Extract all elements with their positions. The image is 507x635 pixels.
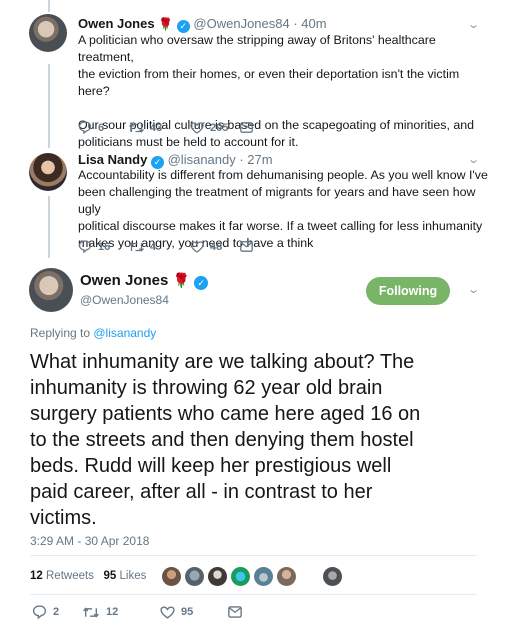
reply-icon xyxy=(78,121,92,134)
liker-avatar[interactable] xyxy=(185,567,204,586)
dm-button[interactable] xyxy=(240,241,253,252)
tweet-text-line: to the streets and then denying them hos… xyxy=(30,429,414,451)
envelope-icon xyxy=(240,122,253,133)
reply-count: 2 xyxy=(53,606,60,618)
tweet-text-line: the eviction from their homes, or even t… xyxy=(78,67,460,98)
like-button[interactable]: 48 xyxy=(190,241,240,253)
liker-avatar[interactable] xyxy=(323,567,342,586)
replying-to: Replying to @lisanandy xyxy=(30,326,156,340)
retweet-button[interactable]: 4 xyxy=(128,241,190,253)
retweet-count: 43 xyxy=(150,121,163,134)
chevron-down-icon[interactable]: ⌄ xyxy=(467,283,480,296)
tweet-timestamp[interactable]: 3:29 AM - 30 Apr 2018 xyxy=(30,534,149,548)
tweet-text-line: politicians must be held to account for … xyxy=(78,135,299,149)
replying-handle-link[interactable]: @lisanandy xyxy=(93,326,156,340)
likes-stat[interactable]: 95 Likes xyxy=(104,570,147,582)
reply-icon xyxy=(32,605,47,619)
tweet-text-line: What inhumanity are we talking about? Th… xyxy=(30,351,415,373)
thread-line xyxy=(48,0,50,12)
retweet-count: 4 xyxy=(150,240,157,253)
tweet-text-line: Accountability is different from dehuman… xyxy=(78,168,488,182)
retweet-button[interactable]: 12 xyxy=(82,606,160,619)
author-name[interactable]: Lisa Nandy xyxy=(78,152,147,167)
liker-avatar[interactable] xyxy=(254,567,273,586)
tweet-actions: 16 4 48 xyxy=(78,240,253,253)
rose-icon: 🌹 xyxy=(172,272,190,288)
retweet-button[interactable]: 43 xyxy=(128,122,190,134)
avatar[interactable] xyxy=(29,268,73,312)
retweets-stat-count: 12 xyxy=(30,570,43,582)
tweet-text-line: victims. xyxy=(30,507,97,529)
avatar[interactable] xyxy=(29,14,67,52)
thread-line xyxy=(48,196,50,258)
heart-icon xyxy=(190,121,204,134)
retweets-stat-label: Retweets xyxy=(46,570,94,582)
divider xyxy=(30,555,477,556)
replying-prefix: Replying to xyxy=(30,326,94,340)
tweet-text-line: beds. Rudd will keep her prestigious wel… xyxy=(30,455,392,477)
envelope-icon xyxy=(240,241,253,252)
chevron-down-icon[interactable]: ⌄ xyxy=(467,153,480,166)
chevron-down-icon[interactable]: ⌄ xyxy=(467,18,480,31)
like-button[interactable]: 95 xyxy=(160,605,228,619)
dm-button[interactable] xyxy=(228,606,242,618)
tweet-text-line: surgery patients who came here aged 16 o… xyxy=(30,403,421,425)
main-author-name: Owen Jones 🌹 ✓ xyxy=(80,272,209,290)
author-handle-time[interactable]: @lisanandy · 27m xyxy=(168,152,273,167)
liker-avatar[interactable] xyxy=(231,567,250,586)
heart-icon xyxy=(190,240,204,253)
retweets-stat[interactable]: 12 Retweets xyxy=(30,570,97,582)
like-count: 205 xyxy=(210,121,229,134)
liker-avatar[interactable] xyxy=(277,567,296,586)
engagement-stats: 12 Retweets 95 Likes xyxy=(30,570,146,582)
retweet-icon xyxy=(82,606,100,619)
following-button[interactable]: Following xyxy=(366,277,450,305)
main-tweet-actions: 2 12 95 xyxy=(32,605,242,619)
reply-icon xyxy=(78,240,92,253)
tweet-text-line: A politician who oversaw the stripping a… xyxy=(78,33,436,64)
like-count: 95 xyxy=(181,606,194,618)
verified-icon: ✓ xyxy=(194,276,209,290)
tweet-text-line: political discourse makes it far worse. … xyxy=(78,219,483,233)
likes-stat-count: 95 xyxy=(103,570,117,582)
tweet-header: Owen Jones 🌹 ✓ @OwenJones84 · 40m xyxy=(78,16,327,33)
reply-count: 6 xyxy=(98,121,105,134)
like-count: 48 xyxy=(210,240,223,253)
reply-button[interactable]: 2 xyxy=(32,605,82,619)
tweet-text-line: paid career, after all - in contrast to … xyxy=(30,481,373,503)
author-handle[interactable]: @OwenJones84 xyxy=(80,293,169,307)
like-button[interactable]: 205 xyxy=(190,122,240,134)
reply-button[interactable]: 16 xyxy=(78,240,128,253)
tweet-text-line: inhumanity is throwing 62 year old brain xyxy=(30,377,383,399)
rose-icon: 🌹 xyxy=(158,17,174,31)
divider xyxy=(30,594,477,595)
reply-count: 16 xyxy=(98,240,111,253)
main-tweet-text: What inhumanity are we talking about? Th… xyxy=(30,349,480,531)
author-handle-time[interactable]: @OwenJones84 · 40m xyxy=(193,16,326,31)
tweet-text-line: been challenging the treatment of migran… xyxy=(78,185,476,216)
heart-icon xyxy=(160,605,175,619)
retweet-icon xyxy=(128,241,145,253)
retweet-count: 12 xyxy=(106,606,119,618)
dm-button[interactable] xyxy=(240,122,253,133)
envelope-icon xyxy=(228,606,242,618)
liker-avatar[interactable] xyxy=(208,567,227,586)
reply-button[interactable]: 6 xyxy=(78,121,128,134)
author-name[interactable]: Owen Jones xyxy=(78,16,155,31)
author-name[interactable]: Owen Jones xyxy=(80,272,168,289)
tweet-actions: 6 43 205 xyxy=(78,121,253,134)
liker-avatar[interactable] xyxy=(162,567,181,586)
likes-stat-label: Likes xyxy=(119,570,147,582)
retweet-icon xyxy=(128,122,145,134)
avatar[interactable] xyxy=(29,153,67,191)
thread-line xyxy=(48,64,50,148)
